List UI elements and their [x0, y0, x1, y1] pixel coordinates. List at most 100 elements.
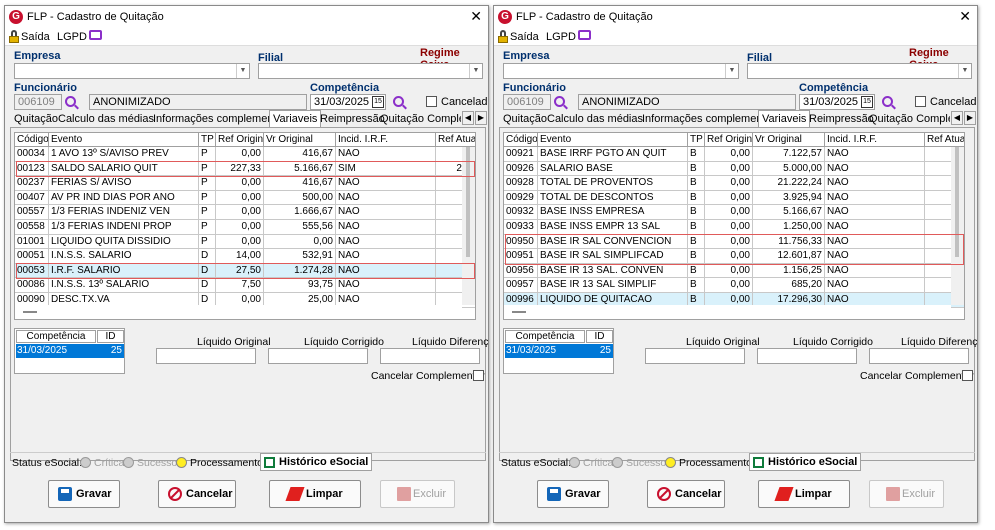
liquido-corrigido-field[interactable]	[268, 348, 368, 364]
menu-exit[interactable]: Saída	[21, 31, 50, 43]
table-row[interactable]: 00929TOTAL DE DESCONTOSB0,003.925,94NAO0	[504, 190, 964, 206]
limpar-button[interactable]: Limpar	[758, 480, 850, 508]
cancelar-complementar-checkbox[interactable]	[962, 370, 973, 381]
col-tp[interactable]: TP	[199, 133, 216, 147]
close-icon[interactable]: ✕	[959, 8, 971, 25]
competencia-date-field[interactable]: 31/03/2025 15	[799, 94, 875, 110]
cancelar-complementar-checkbox[interactable]	[473, 370, 484, 381]
col-evento[interactable]: Evento	[49, 133, 199, 147]
vertical-scrollbar[interactable]	[462, 147, 475, 305]
tab-prev-icon[interactable]: ◀	[951, 111, 963, 125]
gravar-button[interactable]: Gravar	[537, 480, 609, 508]
col-ref-atual[interactable]: Ref Atua	[925, 133, 964, 147]
funcionario-name-field[interactable]: ANONIMIZADO	[578, 94, 796, 110]
search-icon[interactable]	[393, 96, 404, 107]
liquido-original-field[interactable]	[645, 348, 745, 364]
tab-quitacao-complementar[interactable]: Quitação Complement	[376, 110, 462, 127]
col-tp[interactable]: TP	[688, 133, 705, 147]
lock-icon[interactable]	[9, 30, 19, 43]
events-grid[interactable]: Código Evento TP Ref Original Vr Origina…	[14, 132, 476, 320]
liquido-diferenca-field[interactable]	[380, 348, 480, 364]
limpar-button[interactable]: Limpar	[269, 480, 361, 508]
col-evento[interactable]: Evento	[538, 133, 688, 147]
table-row[interactable]: 00932BASE INSS EMPRESAB0,005.166,67NAO0	[504, 205, 964, 220]
col-ref-atual[interactable]: Ref Atua	[436, 133, 475, 147]
table-row[interactable]: 00407 AV PR IND DIAS POR ANO P 0,00 500,00 NA…	[15, 190, 475, 206]
empresa-combo[interactable]: ▼	[503, 63, 739, 79]
col-codigo[interactable]: Código	[504, 133, 538, 147]
historico-esocial-button[interactable]: Histórico eSocial	[260, 453, 373, 471]
cancelar-button[interactable]: Cancelar	[158, 480, 236, 508]
tab-variaveis[interactable]: Variaveis	[269, 110, 322, 127]
tab-variaveis[interactable]: Variaveis	[758, 110, 811, 127]
tab-prev-icon[interactable]: ◀	[462, 111, 474, 125]
cancelado-checkbox[interactable]	[426, 96, 437, 107]
tab-next-icon[interactable]: ▶	[964, 111, 976, 125]
table-row[interactable]: 00957 BASE IR 13 SAL SIMPLIF B 0,00 685,20 NA…	[504, 278, 964, 293]
table-row[interactable]: 00956 BASE IR 13 SAL. CONVEN B 0,00 1.156,25…	[504, 263, 964, 279]
col-ref-original[interactable]: Ref Original	[705, 133, 753, 147]
window-title: FLP - Cadastro de Quitação	[516, 11, 653, 23]
menu-exit[interactable]: Saída	[510, 31, 539, 43]
table-row[interactable]: 00237FERIAS S/ AVISOP0,00416,67NAO0	[15, 176, 475, 191]
table-row[interactable]: 00933 BASE INSS EMPR 13 SAL B 0,00 1.250,00 N…	[504, 220, 964, 235]
vertical-scrollbar[interactable]	[951, 147, 964, 305]
funcionario-name-field[interactable]: ANONIMIZADO	[89, 94, 307, 110]
table-row[interactable]: 00086I.N.S.S. 13º SALARIOD7,5093,75NAO7	[15, 278, 475, 293]
table-row[interactable]: 00950 BASE IR SAL CONVENCION B 0,00 11.756,3…	[504, 234, 964, 250]
table-row[interactable]: 00928 TOTAL DE PROVENTOS B 0,00 21.222,24 NAO…	[504, 176, 964, 191]
col-vr-original[interactable]: Vr Original	[753, 133, 825, 147]
competencia-date-field[interactable]: 31/03/2025 15	[310, 94, 386, 110]
calendar-icon[interactable]: 15	[861, 96, 873, 108]
save-icon	[547, 487, 561, 501]
close-icon[interactable]: ✕	[470, 8, 482, 25]
table-row[interactable]: 00034 1 AVO 13º S/AVISO PREV P 0,00 416,67 NA…	[15, 147, 475, 162]
menu-lgpd[interactable]: LGPD	[57, 31, 87, 43]
events-grid[interactable]: Código Evento TP Ref Original Vr Origina…	[503, 132, 965, 320]
calendar-icon[interactable]: 15	[372, 96, 384, 108]
table-row[interactable]: 00051I.N.S.S. SALARIOD14,00532,91NAO14	[15, 249, 475, 264]
horizontal-scrollbar[interactable]	[504, 305, 951, 319]
cancelar-button[interactable]: Cancelar	[647, 480, 725, 508]
col-incid-irf[interactable]: Incid. I.R.F.	[336, 133, 436, 147]
tab-next-icon[interactable]: ▶	[475, 111, 487, 125]
horizontal-scrollbar[interactable]	[15, 305, 462, 319]
historico-esocial-button[interactable]: Histórico eSocial	[749, 453, 862, 471]
empresa-combo[interactable]: ▼	[14, 63, 250, 79]
competencia-row[interactable]: 31/03/2025 25	[505, 344, 613, 358]
table-row[interactable]: 01001LIQUIDO QUITA DISSIDIOP0,000,00NAO0	[15, 234, 475, 250]
menu-lgpd[interactable]: LGPD	[546, 31, 576, 43]
liquido-corrigido-field[interactable]	[757, 348, 857, 364]
liquido-original-field[interactable]	[156, 348, 256, 364]
search-icon[interactable]	[65, 96, 76, 107]
filial-combo[interactable]: ▼	[258, 63, 483, 79]
funcionario-code-field[interactable]: 006109	[14, 94, 62, 110]
table-row[interactable]: 00926SALARIO BASEB0,005.000,00NAO0	[504, 161, 964, 177]
competencia-list[interactable]: Competência ID 31/03/2025 25	[14, 328, 125, 374]
competencia-list[interactable]: Competência ID 31/03/2025 25	[503, 328, 614, 374]
liquido-diferenca-field[interactable]	[869, 348, 969, 364]
competencia-row[interactable]: 31/03/2025 25	[16, 344, 124, 358]
filial-combo[interactable]: ▼	[747, 63, 972, 79]
tab-calculo-medias[interactable]: Calculo das médias	[543, 110, 647, 127]
tab-calculo-medias[interactable]: Calculo das médias	[54, 110, 158, 127]
col-vr-original[interactable]: Vr Original	[264, 133, 336, 147]
table-row[interactable]: 00053I.R.F. SALARIOD27,501.274,28NAO27	[15, 263, 475, 279]
col-codigo[interactable]: Código	[15, 133, 49, 147]
monitor-icon[interactable]	[89, 30, 102, 40]
col-incid-irf[interactable]: Incid. I.R.F.	[825, 133, 925, 147]
search-icon[interactable]	[554, 96, 565, 107]
table-row[interactable]: 00123 SALDO SALARIO QUIT P 227,33 5.166,67 SI…	[15, 161, 475, 177]
cancelado-checkbox[interactable]	[915, 96, 926, 107]
col-ref-original[interactable]: Ref Original	[216, 133, 264, 147]
table-row[interactable]: 00557 1/3 FERIAS INDENIZ VEN P 0,00 1.666,67…	[15, 205, 475, 220]
gravar-button[interactable]: Gravar	[48, 480, 120, 508]
table-row[interactable]: 00558 1/3 FERIAS INDENI PROP P 0,00 555,56 NA…	[15, 220, 475, 235]
funcionario-code-field[interactable]: 006109	[503, 94, 551, 110]
monitor-icon[interactable]	[578, 30, 591, 40]
search-icon[interactable]	[882, 96, 893, 107]
tab-quitacao-complementar[interactable]: Quitação Complement	[865, 110, 951, 127]
table-row[interactable]: 00951 BASE IR SAL SIMPLIFCAD B 0,00 12.601,8…	[504, 249, 964, 264]
table-row[interactable]: 00921 BASE IRRF PGTO AN QUIT B 0,00 7.122,57…	[504, 147, 964, 162]
lock-icon[interactable]	[498, 30, 508, 43]
